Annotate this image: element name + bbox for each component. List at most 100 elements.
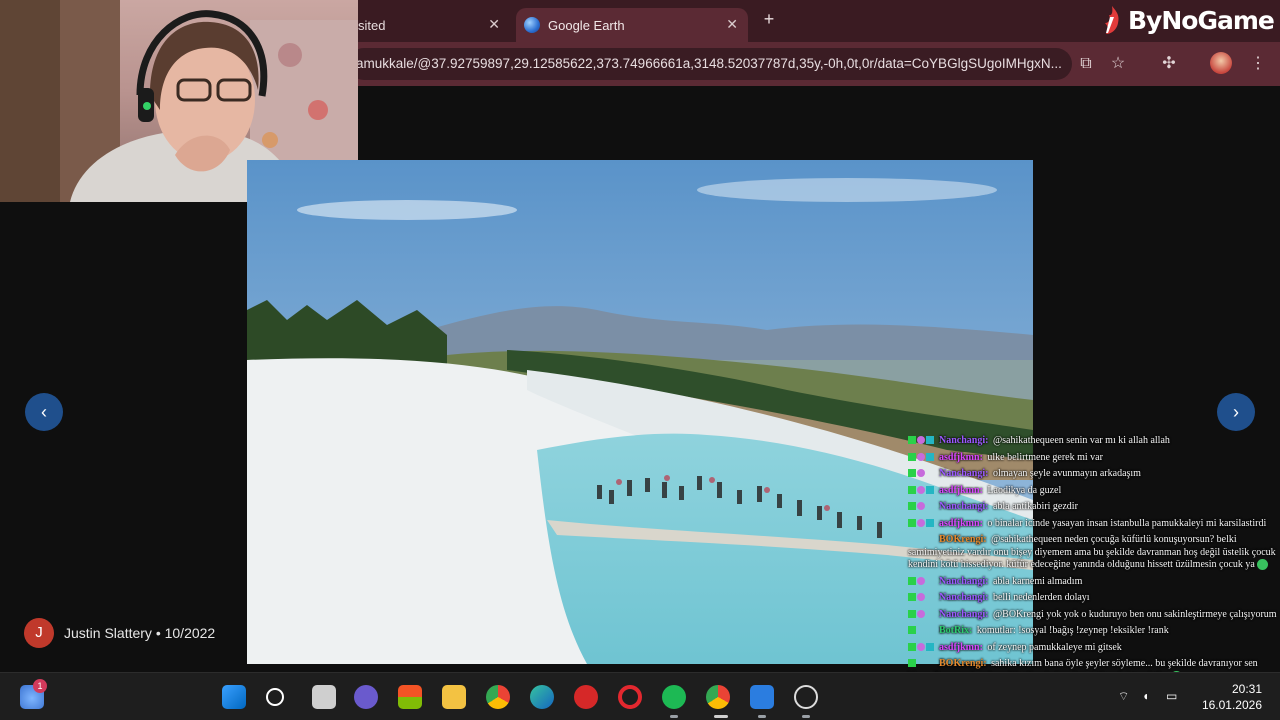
badge-icon — [908, 626, 916, 635]
emote-icon — [1257, 559, 1269, 571]
badge-icon — [917, 642, 925, 651]
chat-message: Nanchangi: @BOKrengi yok yok o kuduruyo … — [908, 609, 1280, 622]
badge-icon — [917, 452, 925, 461]
chat-text: o binalar icinde yasayan insan istanbull… — [984, 517, 1267, 529]
search-icon[interactable] — [266, 688, 284, 706]
close-icon[interactable]: ✕ — [726, 16, 738, 33]
extensions-icon[interactable]: ✣ — [1158, 53, 1180, 75]
logo-text: ByNoGame — [1128, 5, 1275, 35]
battery-icon[interactable]: ▭ — [1166, 689, 1177, 703]
chat-username[interactable]: asdfjkmn: — [939, 485, 983, 496]
chat-message: Nanchangi: @sahikathequeen senin var mı … — [908, 435, 1280, 448]
flame-icon — [1105, 6, 1119, 34]
chat-text: komutlar: !sosyal !bağış !zeynep !eksikl… — [974, 625, 1169, 636]
task-view-icon[interactable] — [312, 685, 336, 709]
badge-icon — [908, 642, 916, 651]
opera-icon[interactable] — [618, 685, 642, 709]
spotify-icon[interactable] — [662, 685, 686, 709]
active-indicator — [714, 715, 728, 718]
chat-username[interactable]: BOKrengi: — [939, 658, 987, 669]
menu-icon[interactable]: ⋮ — [1247, 53, 1269, 75]
clock-time[interactable]: 20:31 — [1196, 682, 1262, 696]
chat-message: asdfjkmn: Laodikya da guzel — [908, 485, 1280, 498]
chat-badges — [908, 609, 938, 619]
chat-message: Nanchangi: olmayan şeyle avunmayın arkad… — [908, 468, 1280, 481]
app-icon[interactable] — [750, 685, 774, 709]
obs-icon[interactable] — [794, 685, 818, 709]
screen: sited ✕ Google Earth ✕ + amukkale/@37.92… — [0, 0, 1280, 720]
chat-username[interactable]: Nanchangi: — [939, 576, 988, 587]
notification-badge: 1 — [33, 679, 47, 693]
badge-icon — [908, 436, 916, 445]
badge-icon — [917, 485, 925, 494]
edge-icon[interactable] — [530, 685, 554, 709]
chrome-icon[interactable] — [486, 685, 510, 709]
previous-image-button[interactable]: ‹ — [25, 393, 63, 431]
store-icon[interactable] — [398, 685, 422, 709]
chat-message: asdfjkmn: ulke belirtmene gerek mi var — [908, 452, 1280, 465]
chat-text: of zeynep pamukkaleye mi gitsek — [984, 641, 1122, 653]
badge-icon — [908, 593, 916, 602]
chat-text: @BOKrengi yok yok o kuduruyo ben onu sak… — [990, 608, 1277, 620]
address-bar[interactable]: amukkale/@37.92759897,29.12585622,373.74… — [348, 48, 1072, 80]
wifi-icon[interactable]: ⌔ — [1118, 689, 1129, 704]
chat-username[interactable]: asdfjkmn: — [939, 518, 983, 529]
badge-icon — [908, 452, 916, 461]
chat-message: Nanchangi: abla karnemi almadım — [908, 576, 1280, 589]
chat-text: belli nedenlerden dolayı — [990, 592, 1090, 603]
chat-username[interactable]: Nanchangi: — [939, 592, 988, 603]
chat-username[interactable]: BOKrengi: — [939, 534, 987, 545]
chat-text: olmayan şeyle avunmayın arkadaşım — [990, 468, 1141, 479]
file-explorer-icon[interactable] — [442, 685, 466, 709]
bynogame-logo: ByNoGame — [1100, 2, 1275, 38]
tab-google-earth[interactable]: Google Earth ✕ — [516, 8, 748, 42]
tab-label: Google Earth — [548, 17, 625, 33]
tab-previous[interactable]: sited ✕ — [350, 8, 510, 42]
chat-badges — [908, 576, 938, 586]
chat-username[interactable]: Nanchangi: — [939, 435, 988, 446]
chat-badges — [908, 626, 938, 635]
chat-username[interactable]: Nanchangi: — [939, 501, 988, 512]
clock-date[interactable]: 16.01.2026 — [1196, 698, 1262, 712]
photo-attribution[interactable]: J Justin Slattery • 10/2022 — [24, 618, 215, 648]
badge-icon — [908, 485, 916, 494]
chat-username[interactable]: asdfjkmn: — [939, 452, 983, 463]
chat-badges — [908, 469, 938, 478]
media-player-icon[interactable] — [574, 685, 598, 709]
attribution-text: Justin Slattery • 10/2022 — [64, 625, 216, 641]
chat-text: abla antikabiri gezdir — [990, 501, 1078, 512]
next-image-button[interactable]: › — [1217, 393, 1255, 431]
google-earth-icon — [524, 17, 540, 33]
chat-username[interactable]: Nanchangi: — [939, 468, 988, 479]
install-app-icon[interactable]: ⧉ — [1075, 53, 1097, 75]
new-tab-icon[interactable]: + — [758, 8, 780, 30]
chat-badges — [908, 593, 938, 602]
badge-icon — [917, 576, 925, 585]
chat-message: Nanchangi: abla antikabiri gezdir — [908, 501, 1280, 514]
teams-icon[interactable] — [354, 685, 378, 709]
chat-text: Laodikya da guzel — [984, 484, 1062, 496]
chat-badges — [908, 436, 938, 445]
chat-username[interactable]: Nanchangi: — [939, 609, 988, 620]
running-indicator — [758, 715, 766, 718]
chat-username[interactable]: BotRix: — [939, 625, 972, 636]
volume-icon[interactable]: ◖ — [1142, 689, 1149, 703]
start-icon[interactable] — [222, 685, 246, 709]
badge-icon — [908, 518, 916, 527]
badge-icon — [908, 609, 916, 618]
chat-text: ulke belirtmene gerek mi var — [984, 451, 1103, 463]
chat-message: BOKrengi: @sahikathequeen neden çocuğa k… — [908, 534, 1280, 572]
windows-taskbar: 1 ⌔ ◖ ▭ 20:31 16.01.2026 — [0, 672, 1280, 720]
badge-icon — [908, 659, 916, 668]
badge-icon — [917, 436, 925, 445]
close-icon[interactable]: ✕ — [488, 16, 500, 33]
chat-username[interactable]: asdfjkmn: — [939, 642, 983, 653]
chat-text: abla karnemi almadım — [990, 575, 1083, 587]
bookmark-star-icon[interactable]: ☆ — [1107, 53, 1129, 75]
profile-avatar[interactable] — [1210, 52, 1232, 74]
chat-badges — [908, 452, 938, 462]
chrome-profile-icon[interactable] — [706, 685, 730, 709]
chat-text: @sahikathequeen senin var mı ki allah al… — [990, 435, 1170, 446]
chat-badges — [908, 535, 938, 544]
chat-message: asdfjkmn: of zeynep pamukkaleye mi gitse… — [908, 642, 1280, 655]
